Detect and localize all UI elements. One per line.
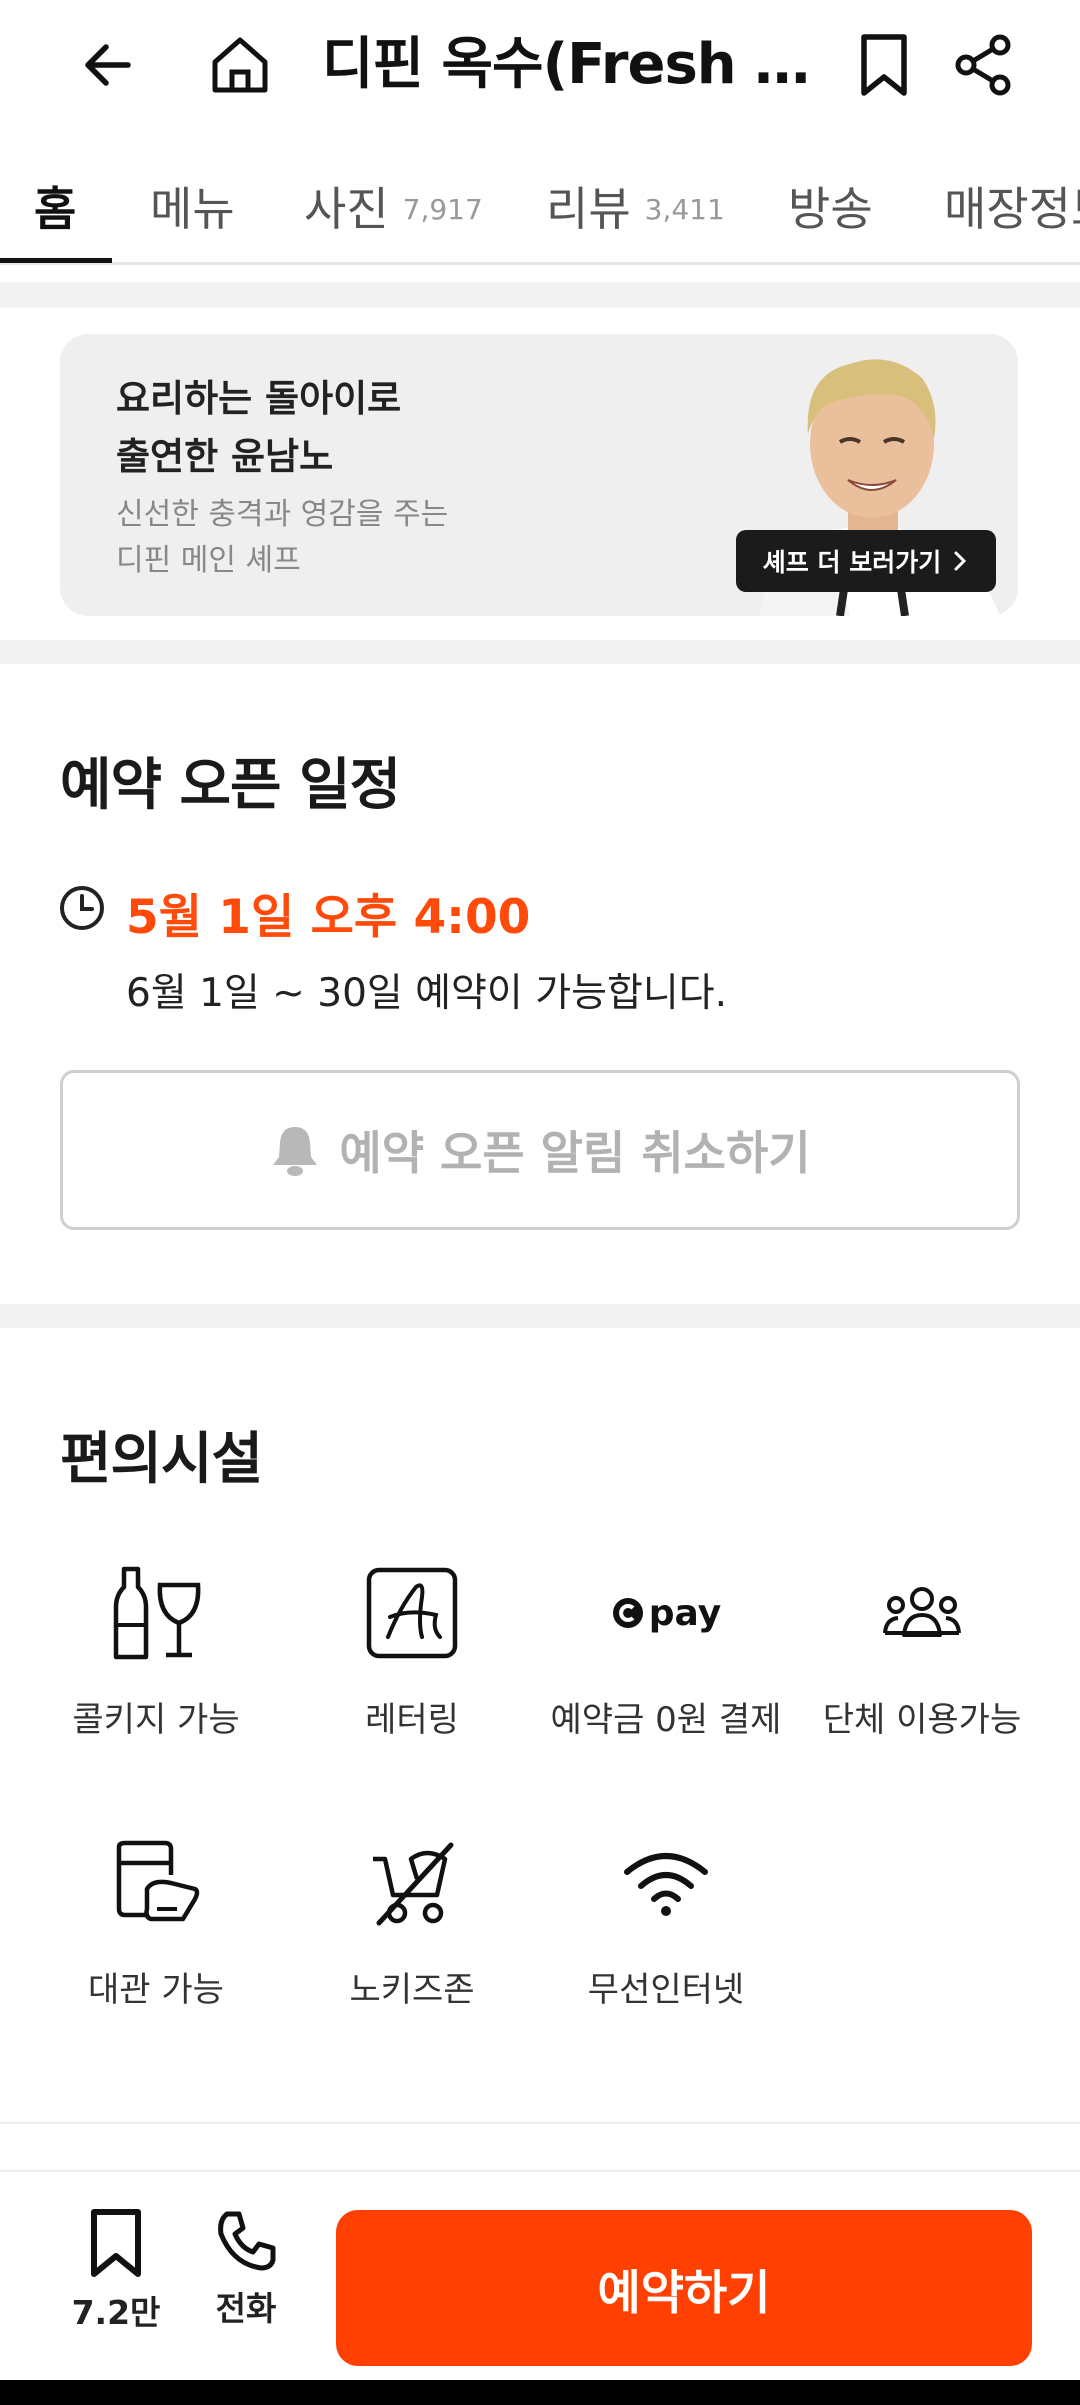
tab-menu[interactable]: 메뉴 bbox=[150, 150, 235, 262]
bookmark-count: 7.2만 bbox=[71, 2293, 161, 2332]
tab-photos[interactable]: 사진 7,917 bbox=[304, 150, 483, 262]
tab-reviews[interactable]: 리뷰 3,411 bbox=[546, 150, 725, 262]
home-icon bbox=[212, 37, 268, 93]
amenity-zero-deposit: pay 예약금 0원 결제 bbox=[546, 1558, 786, 1741]
bookmark-icon bbox=[91, 2209, 141, 2277]
amenity-venue-rental: 대관 가능 bbox=[36, 1828, 276, 2011]
amenity-lettering: 레터링 bbox=[292, 1558, 532, 1741]
reserve-button[interactable]: 예약하기 bbox=[336, 2210, 1032, 2366]
tab-broadcast[interactable]: 방송 bbox=[788, 150, 873, 262]
venue-rental-icon bbox=[116, 1840, 200, 1922]
back-button[interactable] bbox=[68, 25, 148, 105]
tab-store-info[interactable]: 매장정보 bbox=[944, 150, 1080, 262]
bell-icon bbox=[273, 1127, 318, 1176]
chef-banner[interactable]: 요리하는 돌아이로 출연한 윤남노 신선한 충격과 영감을 주는 디핀 메인 셰… bbox=[60, 334, 1018, 616]
bottom-action-bar: 7.2만 전화 예약하기 bbox=[0, 2170, 1080, 2370]
bookmark-save-button[interactable]: 7.2만 bbox=[66, 2208, 166, 2334]
tab-home[interactable]: 홈 bbox=[34, 150, 76, 262]
cancel-open-notification-button[interactable]: 예약 오픈 알림 취소하기 bbox=[60, 1070, 1020, 1230]
system-nav-bar bbox=[0, 2380, 1080, 2405]
call-button[interactable]: 전화 bbox=[196, 2208, 296, 2330]
clock-icon bbox=[60, 886, 104, 930]
tab-bar: 홈 메뉴 사진7,917 리뷰3,411 방송 매장정보 bbox=[0, 150, 1080, 265]
app-header: 디핀 옥수(Fresh P... bbox=[0, 0, 1080, 130]
photo-count: 7,917 bbox=[402, 192, 483, 226]
section-divider bbox=[0, 1304, 1080, 1328]
bookmark-icon bbox=[861, 34, 907, 96]
amenity-corkage: 콜키지 가능 bbox=[36, 1558, 276, 1741]
open-time: 5월 1일 오후 4:00 bbox=[126, 890, 531, 945]
phone-icon bbox=[218, 2211, 276, 2271]
call-label: 전화 bbox=[215, 2289, 277, 2328]
schedule-title: 예약 오픈 일정 bbox=[60, 753, 401, 818]
open-description: 6월 1일 ~ 30일 예약이 가능합니다. bbox=[126, 971, 727, 1016]
arrow-left-icon bbox=[85, 44, 131, 86]
share-icon bbox=[955, 34, 1011, 96]
section-divider bbox=[0, 282, 1080, 308]
section-divider bbox=[0, 640, 1080, 664]
share-button[interactable] bbox=[944, 25, 1024, 105]
bookmark-button[interactable] bbox=[844, 25, 924, 105]
amenities-title: 편의시설 bbox=[60, 1427, 263, 1492]
no-stroller-icon bbox=[373, 1842, 454, 1926]
section-divider bbox=[0, 2122, 1080, 2124]
amenity-no-kids-zone: 노키즈존 bbox=[292, 1828, 532, 2011]
group-icon bbox=[883, 1587, 961, 1637]
see-more-chef-button[interactable]: 셰프 더 보러가기 bbox=[736, 530, 996, 592]
amenity-group: 단체 이용가능 bbox=[802, 1558, 1042, 1741]
wifi-icon bbox=[624, 1853, 708, 1916]
pay-icon: pay bbox=[546, 1558, 786, 1668]
wine-bottle-glass-icon bbox=[113, 1566, 201, 1660]
banner-title: 요리하는 돌아이로 출연한 윤남노 bbox=[116, 377, 402, 478]
amenity-wifi: 무선인터넷 bbox=[546, 1828, 786, 2011]
review-count: 3,411 bbox=[644, 192, 725, 226]
page-title: 디핀 옥수(Fresh P... bbox=[322, 32, 832, 97]
active-tab-indicator bbox=[0, 258, 112, 263]
home-button[interactable] bbox=[200, 25, 280, 105]
chevron-right-icon bbox=[954, 551, 967, 571]
banner-subtitle: 신선한 충격과 영감을 주는 디핀 메인 셰프 bbox=[116, 497, 449, 578]
lettering-icon bbox=[366, 1567, 458, 1659]
